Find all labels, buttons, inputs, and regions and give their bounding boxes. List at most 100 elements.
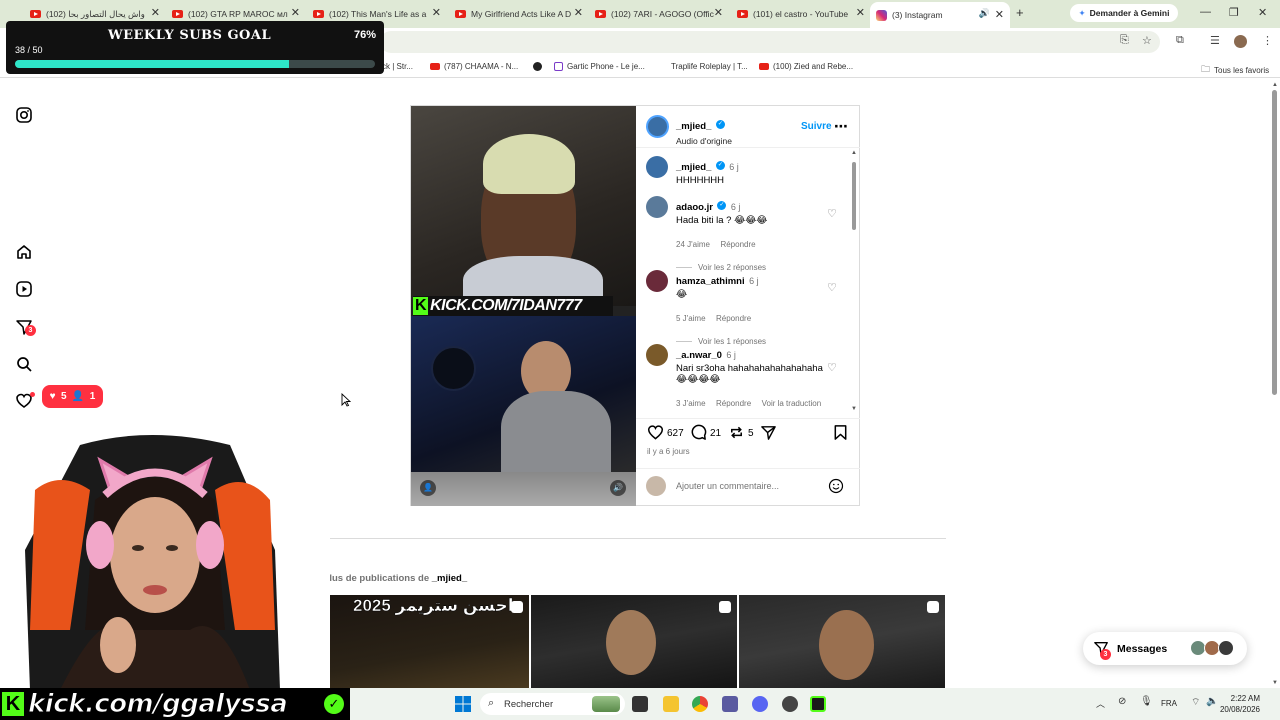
like-count[interactable]: 627 xyxy=(667,428,684,439)
messages-button[interactable]: 3 Messages xyxy=(1083,632,1247,665)
more-post-thumb[interactable] xyxy=(739,595,945,688)
page-scroll-down-icon[interactable]: ▼ xyxy=(1272,680,1278,686)
scroll-up-icon[interactable]: ▲ xyxy=(851,150,857,156)
close-tab-icon[interactable]: ✕ xyxy=(151,6,160,19)
windows-start-icon[interactable] xyxy=(455,696,471,712)
bookmark-item[interactable] xyxy=(533,62,546,71)
comment-username[interactable]: hamza_athimni xyxy=(676,276,745,287)
author-avatar[interactable] xyxy=(646,115,669,138)
browser-tab[interactable]: My Girlfriend Acts Like A D ✕ xyxy=(455,4,583,24)
menu-icon[interactable]: ⋮ xyxy=(1262,34,1273,47)
caption-username[interactable]: _mjied_ xyxy=(676,162,711,173)
keyboard-language[interactable]: FRA xyxy=(1161,699,1177,708)
comment-username[interactable]: _a.nwar_0 xyxy=(676,350,722,361)
reading-list-icon[interactable]: ☰ xyxy=(1210,34,1220,47)
add-comment-input[interactable] xyxy=(676,479,816,493)
reels-icon[interactable] xyxy=(15,280,33,298)
microphone-icon[interactable]: 🎙 xyxy=(1140,696,1153,707)
profile-avatar[interactable] xyxy=(1234,35,1247,48)
minimize-icon[interactable]: — xyxy=(1200,6,1211,18)
author-name[interactable]: _mjied_ xyxy=(676,121,711,132)
browser-tab[interactable]: (101) el castro - YouTube ✕ xyxy=(737,4,865,24)
youtube-icon xyxy=(313,10,324,18)
browser-tab[interactable]: (102) 7ARI - AGOGO (Offic ✕ xyxy=(595,4,723,24)
follow-button[interactable]: Suivre xyxy=(801,121,832,132)
scroll-down-icon[interactable]: ▼ xyxy=(851,406,857,412)
comments-scrollbar[interactable]: ▲ ▼ xyxy=(851,150,857,412)
close-tab-icon[interactable]: ✕ xyxy=(291,6,300,19)
close-tab-icon[interactable]: ✕ xyxy=(574,6,583,19)
extensions-icon[interactable]: ⧉ xyxy=(1176,34,1184,47)
more-post-thumb[interactable] xyxy=(531,595,737,688)
taskbar-search[interactable]: ⌕ Rechercher xyxy=(480,693,625,715)
comment-like-icon[interactable]: ♡ xyxy=(827,363,838,374)
close-tab-icon[interactable]: ✕ xyxy=(995,8,1004,21)
bookmark-item[interactable]: (787) CHAAMA - N... xyxy=(430,62,518,71)
search-icon[interactable] xyxy=(15,355,33,373)
gemini-button[interactable]: ✦ Demander à Gemini xyxy=(1070,4,1178,22)
like-icon[interactable] xyxy=(647,424,664,441)
reel-video[interactable]: K KICK.COM/7IDAN777 👤 🔊 xyxy=(411,106,636,506)
repost-count[interactable]: 5 xyxy=(748,428,754,439)
comment-likes[interactable]: 24 J'aime xyxy=(676,240,710,249)
comment-avatar[interactable] xyxy=(646,344,668,366)
close-tab-icon[interactable]: ✕ xyxy=(432,6,441,19)
discord-icon[interactable] xyxy=(752,696,768,712)
chrome-icon[interactable] xyxy=(692,696,708,712)
see-translation-button[interactable]: Voir la traduction xyxy=(762,399,822,408)
comment-username[interactable]: adaoo.jr xyxy=(676,202,713,213)
caption-avatar[interactable] xyxy=(646,156,668,178)
all-favorites[interactable]: 🗀 Tous les favoris xyxy=(1201,62,1269,78)
reply-button[interactable]: Répondre xyxy=(720,240,755,249)
reply-button[interactable]: Répondre xyxy=(716,399,751,408)
browser-tab-active[interactable]: (3) Instagram 🔊 ✕ xyxy=(870,2,1010,28)
comment-icon[interactable] xyxy=(690,424,707,441)
comment-avatar[interactable] xyxy=(646,270,668,292)
page-scrollbar[interactable] xyxy=(1272,90,1277,395)
repost-icon[interactable] xyxy=(728,424,745,441)
volume-icon[interactable]: 🔊 xyxy=(610,480,626,496)
bookmark-star-icon[interactable]: ☆ xyxy=(1142,34,1152,47)
tagged-people-icon[interactable]: 👤 xyxy=(420,480,436,496)
tray-chevron-icon[interactable]: ︿ xyxy=(1096,697,1105,710)
bookmark-item[interactable]: ck | Str... xyxy=(382,62,413,71)
new-tab-icon[interactable]: + xyxy=(1016,5,1024,20)
audio-label[interactable]: Audio d'origine xyxy=(676,136,732,146)
speaker-icon[interactable]: 🔊 xyxy=(979,8,990,19)
address-bar[interactable] xyxy=(380,31,1160,53)
bookmark-item[interactable]: (100) Zied and Rebe... xyxy=(759,62,853,71)
close-tab-icon[interactable]: ✕ xyxy=(714,6,723,19)
instagram-logo-icon[interactable] xyxy=(15,106,33,124)
taskbar-clock[interactable]: 2:22 AM 20/08/2026 xyxy=(1220,693,1260,715)
kick-app-icon[interactable] xyxy=(810,696,826,712)
comment-avatar[interactable] xyxy=(646,196,668,218)
emoji-icon[interactable] xyxy=(828,478,844,494)
network-icon[interactable]: ⊘ xyxy=(1118,696,1126,707)
more-options-icon[interactable]: ⋯ xyxy=(834,118,848,135)
maximize-icon[interactable]: ❐ xyxy=(1229,6,1239,19)
install-app-icon[interactable]: ⎘ xyxy=(1120,34,1129,47)
comment-count[interactable]: 21 xyxy=(710,428,721,439)
task-view-icon[interactable] xyxy=(632,696,648,712)
home-icon[interactable] xyxy=(15,243,33,261)
comment-likes[interactable]: 5 J'aime xyxy=(676,314,706,323)
bookmark-item[interactable]: Traplife Roleplay | T... xyxy=(671,62,748,71)
app-icon[interactable] xyxy=(722,696,738,712)
more-posts-user[interactable]: _mjied_ xyxy=(432,573,467,584)
comments-scroll-thumb[interactable] xyxy=(852,162,856,230)
wifi-icon[interactable]: ⌔ xyxy=(1191,696,1200,709)
share-icon[interactable] xyxy=(760,424,777,441)
close-tab-icon[interactable]: ✕ xyxy=(856,6,865,19)
comment-like-icon[interactable]: ♡ xyxy=(827,209,838,220)
obs-icon[interactable] xyxy=(782,696,798,712)
reply-button[interactable]: Répondre xyxy=(716,314,751,323)
page-scroll-up-icon[interactable]: ▲ xyxy=(1272,82,1278,88)
more-post-thumb[interactable]: احسن ستريمر 2025 xyxy=(323,595,529,688)
bookmark-item[interactable]: Gartic Phone - Le je... xyxy=(554,62,645,71)
save-bookmark-icon[interactable] xyxy=(833,424,848,441)
file-explorer-icon[interactable] xyxy=(663,696,679,712)
volume-icon[interactable]: 🔈 xyxy=(1206,696,1218,707)
comment-likes[interactable]: 3 J'aime xyxy=(676,399,706,408)
close-window-icon[interactable]: ✕ xyxy=(1258,6,1267,19)
comment-like-icon[interactable]: ♡ xyxy=(827,283,838,294)
